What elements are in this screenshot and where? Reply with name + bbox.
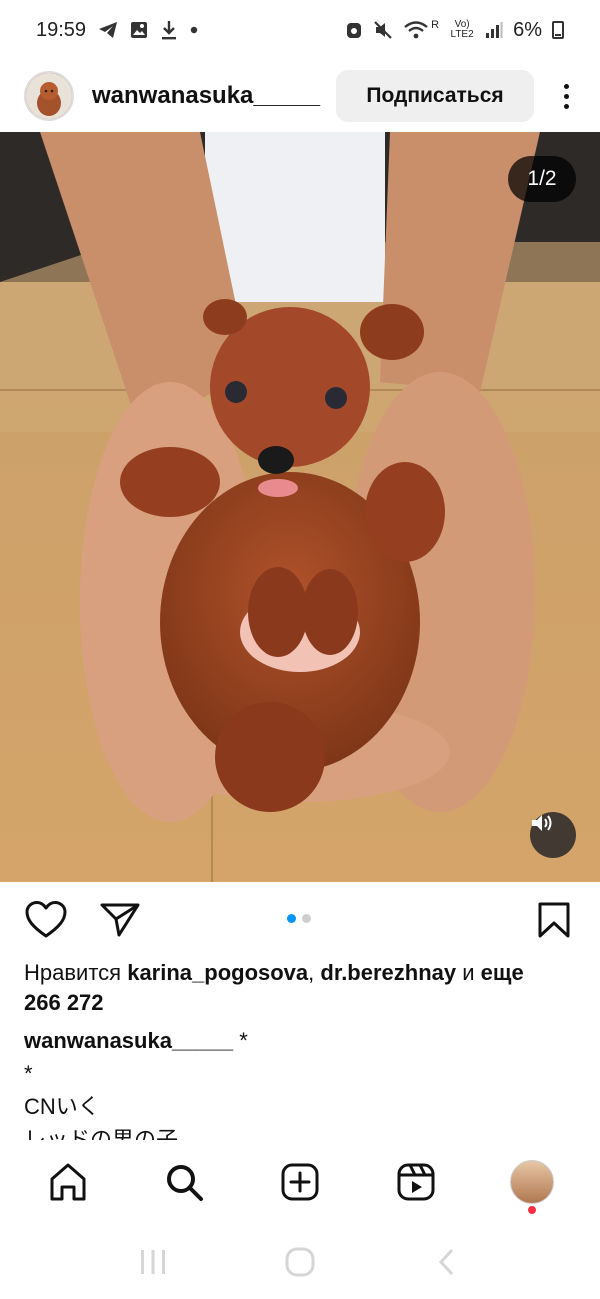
wifi-icon xyxy=(404,21,428,39)
carousel-dot-active xyxy=(287,914,296,923)
back-button[interactable] xyxy=(422,1237,472,1287)
nav-search[interactable] xyxy=(154,1152,214,1212)
speaker-icon xyxy=(532,815,552,831)
puppy-photo xyxy=(0,132,600,882)
nav-profile[interactable] xyxy=(502,1152,562,1214)
bookmark-icon xyxy=(538,902,570,938)
likes-and: и xyxy=(462,960,475,985)
status-time: 19:59 xyxy=(36,18,87,41)
caption-username[interactable]: wanwanasuka_____ xyxy=(24,1028,233,1053)
system-navigation xyxy=(0,1224,600,1299)
profile-notification-dot xyxy=(528,1206,536,1214)
home-icon xyxy=(50,1163,86,1201)
heart-icon xyxy=(25,901,67,938)
recent-apps-icon xyxy=(141,1249,166,1274)
roaming-label: R xyxy=(431,19,440,31)
likes-prefix: Нравится xyxy=(24,960,122,985)
home-system-button[interactable] xyxy=(275,1237,325,1287)
signal-icon xyxy=(486,22,503,38)
share-button[interactable] xyxy=(98,898,142,942)
recent-apps-button[interactable] xyxy=(128,1237,178,1287)
send-icon xyxy=(100,903,140,937)
author-username[interactable]: wanwanasuka_____ xyxy=(92,82,320,110)
reels-icon xyxy=(397,1163,435,1201)
alarm-icon xyxy=(347,23,362,38)
caption-line3: CNいく xyxy=(24,1094,100,1119)
puppy-avatar-icon xyxy=(26,73,72,119)
download-icon xyxy=(162,21,177,40)
battery-icon xyxy=(552,21,564,39)
status-bar: 19:59 R Vo) LTE2 6% xyxy=(0,0,600,60)
post-header: wanwanasuka_____ Подписаться xyxy=(0,60,600,132)
network-label: Vo) LTE2 xyxy=(450,19,474,40)
bottom-navigation xyxy=(0,1140,600,1224)
status-notification-icons xyxy=(98,20,198,40)
more-options-icon[interactable] xyxy=(556,76,576,116)
author-avatar[interactable] xyxy=(24,71,74,121)
mute-icon xyxy=(374,21,392,39)
likes-count[interactable]: 266 272 xyxy=(24,990,104,1015)
sound-toggle-button[interactable] xyxy=(530,812,576,858)
battery-percent: 6% xyxy=(513,18,542,41)
likes-separator: , xyxy=(308,960,315,985)
post-caption[interactable]: wanwanasuka_____ * * CNいく レッドの男の子 xyxy=(24,1024,584,1140)
home-circle-icon xyxy=(285,1247,315,1276)
post-image[interactable]: 1/2 xyxy=(0,132,600,882)
likes-more-label[interactable]: еще xyxy=(481,960,524,985)
liker-username-1[interactable]: karina_pogosova xyxy=(127,960,308,985)
nav-reels[interactable] xyxy=(386,1152,446,1212)
save-button[interactable] xyxy=(532,898,576,942)
back-chevron-icon xyxy=(438,1248,453,1275)
image-counter: 1/2 xyxy=(508,156,576,202)
caption-line1-rest: * xyxy=(233,1028,248,1053)
follow-button[interactable]: Подписаться xyxy=(336,70,534,122)
likes-summary[interactable]: Нравится karina_pogosova, dr.berezhnay и… xyxy=(24,958,584,1018)
liker-username-2[interactable]: dr.berezhnay xyxy=(320,960,456,985)
caption-clip: wanwanasuka_____ * * CNいく レッドの男の子 xyxy=(0,1024,600,1140)
search-icon xyxy=(167,1165,203,1201)
nav-create[interactable] xyxy=(270,1152,330,1212)
nav-home[interactable] xyxy=(38,1152,98,1212)
caption-line2: * xyxy=(24,1061,33,1086)
status-system-icons: R Vo) LTE2 6% xyxy=(345,19,564,42)
carousel-indicator xyxy=(287,914,311,923)
caption-line4: レッドの男の子 xyxy=(24,1127,179,1140)
post-actions xyxy=(0,882,600,958)
telegram-icon xyxy=(99,22,118,38)
more-notifications-icon xyxy=(190,26,198,34)
carousel-dot xyxy=(302,914,311,923)
create-icon xyxy=(281,1163,319,1201)
profile-avatar xyxy=(510,1160,554,1204)
like-button[interactable] xyxy=(24,898,68,942)
gallery-icon xyxy=(131,22,148,38)
